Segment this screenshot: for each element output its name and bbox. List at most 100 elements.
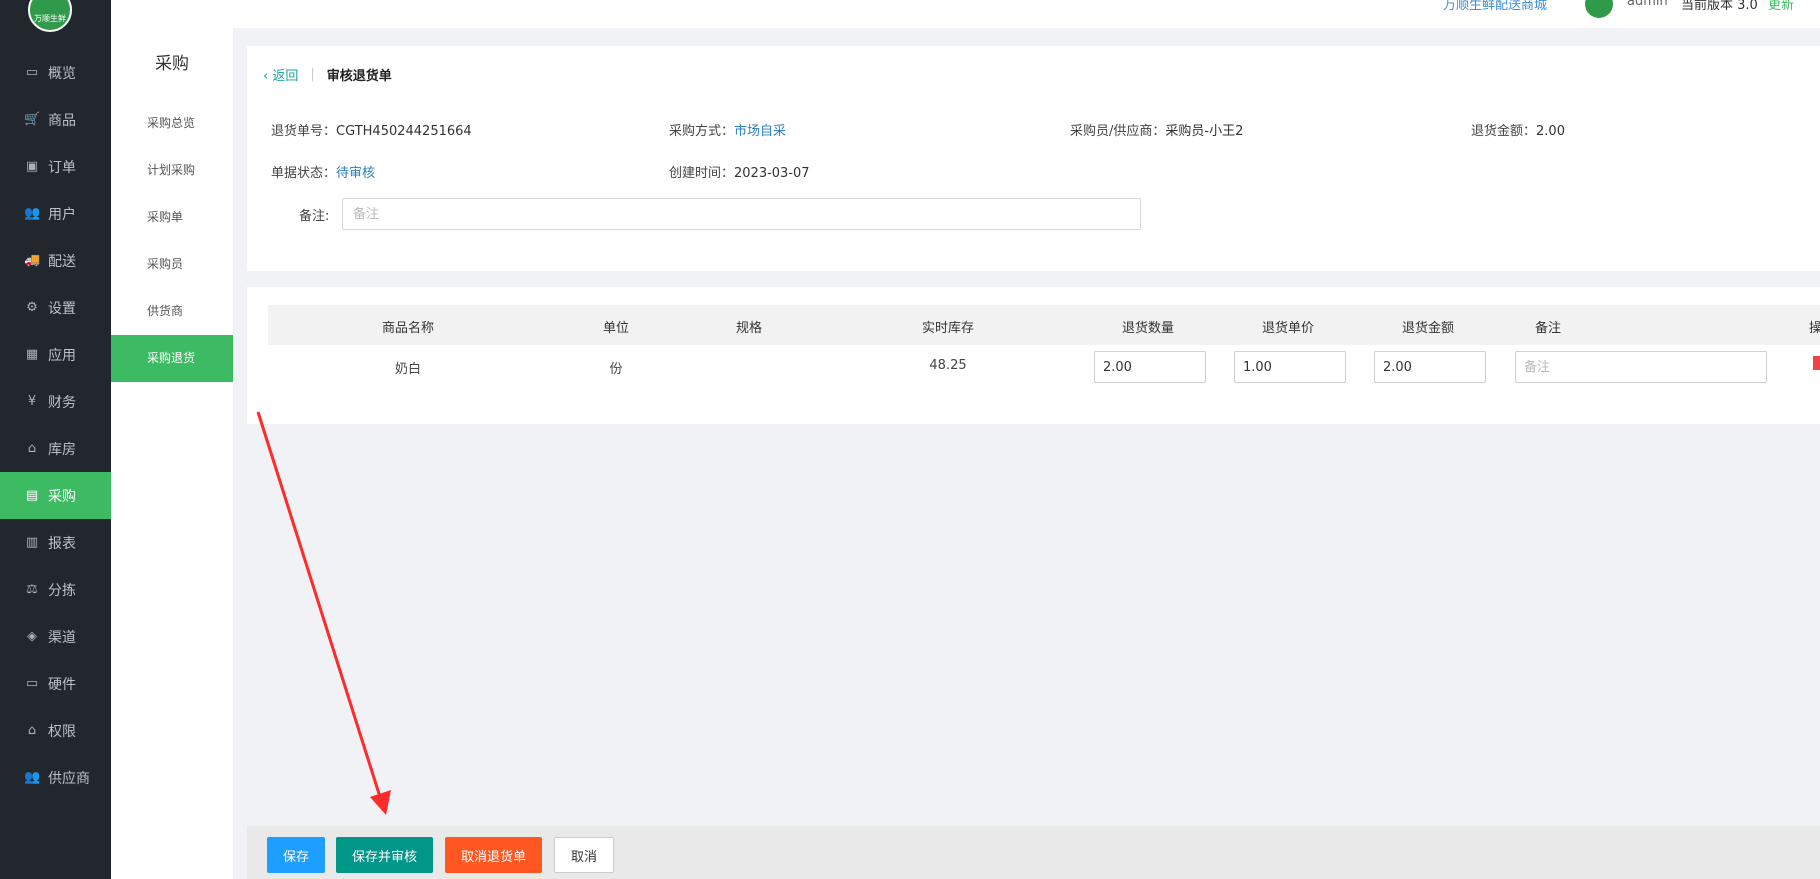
purchase-method-label: 采购方式： (669, 124, 735, 139)
bottom-action-bar: 保存 保存并审核 取消退货单 取消 (247, 826, 1820, 879)
nav-label: 硬件 (48, 676, 76, 693)
version-text: 当前版本 3.0 (1681, 0, 1758, 13)
sub-item-purchase-overview[interactable]: 采购总览 (111, 100, 233, 147)
puzzle-icon: ⚙ (26, 300, 38, 315)
column-header: 操作 (1809, 321, 1820, 336)
column-header: 单位 (602, 321, 630, 336)
nav-item-reports[interactable]: ▥ 报表 (0, 519, 111, 566)
return-order-info-card: ‹ 返回 | 审核退货单 退货单号：CGTH450244251664 采购方式：… (247, 46, 1820, 271)
sub-item-purchase-orders[interactable]: 采购单 (111, 194, 233, 241)
status-badge: 待审核 (336, 166, 376, 181)
nav-label: 财务 (48, 394, 76, 411)
avatar[interactable] (1585, 0, 1613, 18)
column-header: 实时库存 (921, 321, 975, 336)
sub-item-suppliers[interactable]: 供货商 (111, 288, 233, 335)
return-price-input[interactable] (1234, 351, 1346, 383)
order-number-field: 退货单号：CGTH450244251664 (271, 120, 472, 139)
nav-item-users[interactable]: 👥 用户 (0, 190, 111, 237)
delete-row-button[interactable] (1813, 356, 1820, 370)
sub-item-planned-purchase[interactable]: 计划采购 (111, 147, 233, 194)
nav-label: 商品 (48, 112, 76, 129)
breadcrumb: ‹ 返回 | 审核退货单 (263, 65, 392, 84)
column-header: 退货单价 (1261, 321, 1315, 336)
main-nav: ▭ 概览 🛒 商品 ▣ 订单 👥 用户 🚚 配送 ⚙ 设置 ▦ 应用 ¥ 财务 ⌂ 库房 ▤ 采购 … (0, 49, 111, 801)
return-quantity-input[interactable] (1094, 351, 1206, 383)
brand-logo-text: 万顺生鲜 (34, 14, 66, 23)
top-header: 万顺生鲜配送商城 admin 当前版本 3.0 更新 (111, 0, 1820, 28)
nav-item-finance[interactable]: ¥ 财务 (0, 378, 111, 425)
truck-icon: 🚚 (24, 253, 41, 268)
return-amount-value: 2.00 (1536, 124, 1565, 139)
column-header: 退货金额 (1401, 321, 1455, 336)
cart-icon: 🛒 (24, 112, 41, 127)
username[interactable]: admin (1627, 0, 1668, 9)
nav-item-purchase[interactable]: ▤ 采购 (0, 472, 111, 519)
nav-label: 报表 (48, 535, 76, 552)
save-button[interactable]: 保存 (267, 837, 326, 873)
home-icon: ⌂ (27, 441, 37, 456)
chevron-left-icon: ‹ (263, 69, 273, 84)
nav-label: 概览 (48, 65, 76, 82)
purchase-method-field: 采购方式：市场自采 (669, 120, 786, 139)
nav-item-sorting[interactable]: ⚖ 分拣 (0, 566, 111, 613)
cancel-return-order-button[interactable]: 取消退货单 (445, 837, 543, 873)
sub-item-purchase-returns[interactable]: 采购退货 (111, 335, 233, 382)
users-icon: 👥 (24, 206, 41, 221)
buyer-label: 采购员/供应商： (1070, 124, 1166, 139)
stock-cell: 48.25 (929, 358, 967, 373)
shop-link[interactable]: 万顺生鲜配送商城 (1443, 0, 1547, 13)
bank-icon: ⌂ (27, 723, 37, 738)
nav-item-permissions[interactable]: ⌂ 权限 (0, 707, 111, 754)
sub-item-buyers[interactable]: 采购员 (111, 241, 233, 288)
nav-label: 供应商 (48, 770, 90, 787)
annotation-arrow-head (370, 790, 391, 815)
sub-sidebar: 采购 采购总览 计划采购 采购单 采购员 供货商 采购退货 (111, 28, 233, 879)
nav-item-products[interactable]: 🛒 商品 (0, 96, 111, 143)
return-amount-field: 退货金额：2.00 (1471, 120, 1565, 139)
nav-item-warehouse[interactable]: ⌂ 库房 (0, 425, 111, 472)
nav-item-channels[interactable]: ◈ 渠道 (0, 613, 111, 660)
column-header: 退货数量 (1121, 321, 1175, 336)
update-link[interactable]: 更新 (1768, 0, 1794, 13)
nav-item-orders[interactable]: ▣ 订单 (0, 143, 111, 190)
bar-chart-icon: ▥ (25, 535, 39, 550)
nav-item-overview[interactable]: ▭ 概览 (0, 49, 111, 96)
order-icon: ▣ (25, 159, 39, 174)
order-number-value: CGTH450244251664 (336, 124, 472, 139)
annotation-arrow-shaft (256, 411, 383, 801)
cancel-button[interactable]: 取消 (554, 837, 615, 873)
scale-icon: ⚖ (26, 582, 38, 597)
buyer-field: 采购员/供应商：采购员-小王2 (1070, 120, 1243, 139)
nav-label: 分拣 (48, 582, 76, 599)
apps-icon: ▦ (25, 347, 39, 362)
nav-item-settings[interactable]: ⚙ 设置 (0, 284, 111, 331)
nav-label: 权限 (48, 723, 76, 740)
nav-item-apps[interactable]: ▦ 应用 (0, 331, 111, 378)
product-name-cell: 奶白 (394, 362, 422, 377)
sub-sidebar-title: 采购 (155, 54, 189, 74)
nav-label: 订单 (48, 159, 76, 176)
return-amount-input[interactable] (1374, 351, 1486, 383)
back-link[interactable]: ‹ 返回 (263, 65, 298, 84)
cube-icon: ◈ (27, 629, 37, 644)
save-and-audit-button[interactable]: 保存并审核 (336, 837, 434, 873)
nav-item-suppliers[interactable]: 👥 供应商 (0, 754, 111, 801)
created-time-label: 创建时间： (669, 166, 735, 181)
created-time-field: 创建时间：2023-03-07 (669, 162, 810, 181)
brand-logo[interactable]: 万顺生鲜 (28, 0, 72, 32)
yen-icon: ¥ (27, 394, 37, 409)
desktop-icon: ▭ (25, 676, 39, 691)
buyer-value: 采购员-小王2 (1165, 124, 1244, 139)
remark-input[interactable] (342, 198, 1141, 230)
return-amount-label: 退货金额： (1471, 124, 1537, 139)
monitor-icon: ▭ (25, 65, 39, 80)
nav-label: 设置 (48, 300, 76, 317)
bus-icon: ▤ (25, 488, 39, 503)
row-remark-input[interactable] (1515, 351, 1767, 383)
nav-item-hardware[interactable]: ▭ 硬件 (0, 660, 111, 707)
order-number-label: 退货单号： (271, 124, 337, 139)
nav-label: 渠道 (48, 629, 76, 646)
column-header: 规格 (735, 321, 763, 336)
users-icon: 👥 (24, 770, 41, 785)
nav-item-delivery[interactable]: 🚚 配送 (0, 237, 111, 284)
